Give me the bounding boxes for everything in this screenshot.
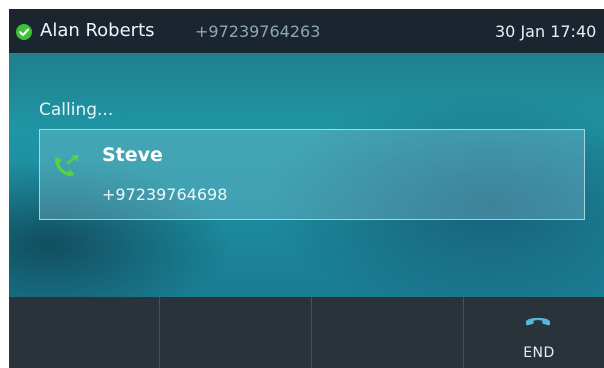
end-call-button[interactable]: END [464, 297, 604, 368]
softkey-2[interactable] [160, 297, 312, 368]
check-circle-icon [16, 24, 32, 40]
end-call-icon [526, 317, 550, 326]
user-name: Alan Roberts [40, 20, 155, 41]
end-call-label: END [523, 345, 555, 361]
user-number: +97239764263 [195, 22, 321, 41]
contact-name: Steve [102, 144, 163, 166]
call-screen: Calling... Steve +97239764698 [9, 54, 604, 297]
call-state-label: Calling... [39, 100, 114, 120]
softkey-bar: END [9, 297, 604, 368]
call-card[interactable]: Steve +97239764698 [39, 129, 585, 220]
date-time: 30 Jan 17:40 [495, 22, 597, 41]
outgoing-call-icon [55, 154, 79, 177]
phone-screen: Alan Roberts +97239764263 30 Jan 17:40 C… [9, 9, 604, 368]
contact-number: +97239764698 [102, 185, 228, 204]
softkey-3[interactable] [312, 297, 464, 368]
softkey-1[interactable] [9, 297, 160, 368]
status-bar: Alan Roberts +97239764263 30 Jan 17:40 [9, 9, 604, 54]
